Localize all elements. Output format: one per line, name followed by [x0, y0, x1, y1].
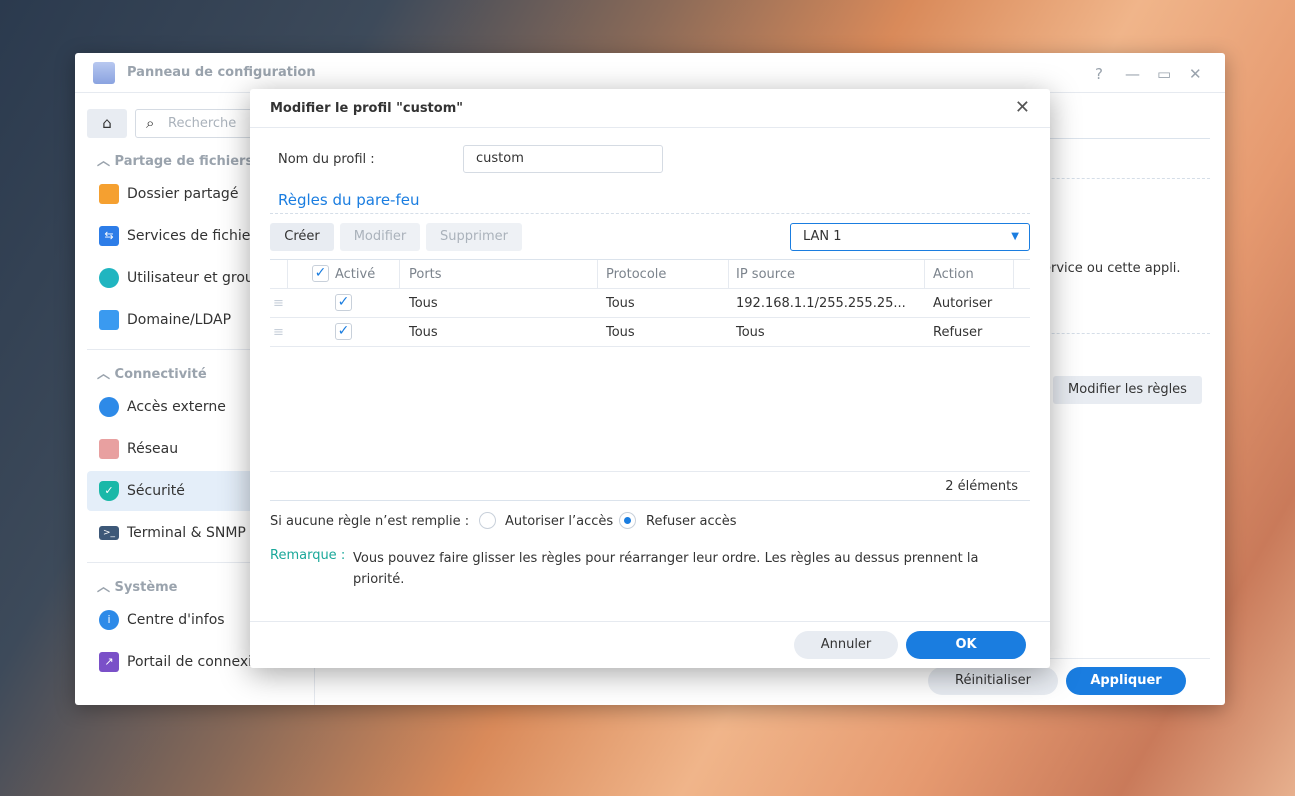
search-icon: ⌕ — [146, 114, 155, 132]
divider — [270, 213, 1030, 214]
drag-handle-icon[interactable]: ≡ — [273, 325, 284, 340]
deny-access-radio[interactable] — [619, 512, 636, 529]
cell-ports: Tous — [409, 296, 438, 311]
minimize-icon[interactable]: — — [1125, 65, 1140, 83]
create-button[interactable]: Créer — [270, 223, 334, 251]
divider — [270, 500, 1030, 501]
close-icon[interactable]: ✕ — [1189, 65, 1202, 83]
ok-button[interactable]: OK — [906, 631, 1026, 659]
column-separator — [924, 260, 925, 289]
shield-icon: ✓ — [99, 481, 119, 501]
allow-access-label[interactable]: Autoriser l’accès — [505, 514, 613, 529]
section-connectivity[interactable]: ︿ Connectivité — [97, 363, 207, 382]
divider — [270, 317, 1030, 318]
column-separator — [399, 260, 400, 289]
terminal-icon: >_ — [99, 526, 119, 540]
divider — [270, 259, 1030, 260]
cell-protocol: Tous — [606, 296, 635, 311]
note-label: Remarque : — [270, 548, 346, 563]
home-icon: ⌂ — [102, 114, 112, 132]
profile-name-input[interactable]: custom — [463, 145, 663, 173]
delete-button[interactable]: Supprimer — [426, 223, 522, 251]
dialog-title: Modifier le profil "custom" — [270, 101, 464, 116]
note-text: Vous pouvez faire glisser les règles pou… — [353, 551, 979, 587]
edit-button[interactable]: Modifier — [340, 223, 420, 251]
folder-icon — [99, 184, 119, 204]
home-button[interactable]: ⌂ — [87, 109, 127, 138]
divider — [270, 288, 1030, 289]
window-title: Panneau de configuration — [127, 65, 316, 80]
file-services-icon: ⇆ — [99, 226, 119, 246]
divider — [270, 346, 1030, 347]
control-panel-icon — [93, 61, 115, 84]
deny-access-label[interactable]: Refuser accès — [646, 514, 737, 529]
column-header-source-ip[interactable]: IP source — [736, 267, 795, 282]
section-file-sharing[interactable]: ︿ Partage de fichiers — [97, 150, 253, 169]
login-portal-icon: ↗ — [99, 652, 119, 672]
column-separator — [287, 260, 288, 289]
divider — [270, 471, 1030, 472]
help-icon[interactable]: ? — [1095, 65, 1103, 83]
cancel-button[interactable]: Annuler — [794, 631, 898, 659]
info-icon: i — [99, 610, 119, 630]
network-icon — [99, 439, 119, 459]
drag-handle-icon[interactable]: ≡ — [273, 296, 284, 311]
rule-enabled-checkbox[interactable]: ✓ — [335, 294, 352, 311]
users-icon — [99, 268, 119, 288]
edit-rules-button[interactable]: Modifier les règles — [1053, 376, 1202, 404]
section-system[interactable]: ︿ Système — [97, 576, 178, 595]
domain-icon — [99, 310, 119, 330]
profile-name-label: Nom du profil : — [278, 152, 375, 167]
divider — [250, 621, 1050, 622]
cell-ports: Tous — [409, 325, 438, 340]
default-policy-label: Si aucune règle n’est remplie : — [270, 514, 470, 529]
column-separator — [1013, 260, 1014, 289]
title-bar: Panneau de configuration ? — ▭ ✕ — [75, 53, 1225, 93]
column-header-ports[interactable]: Ports — [409, 267, 442, 282]
cell-source-ip: 192.168.1.1/255.255.25... — [736, 296, 906, 311]
select-all-checkbox[interactable]: ✓ — [312, 265, 329, 282]
column-separator — [728, 260, 729, 289]
reset-button[interactable]: Réinitialiser — [928, 667, 1058, 695]
external-access-icon — [99, 397, 119, 417]
interface-select[interactable]: LAN 1 ▼ — [790, 223, 1030, 251]
cell-action: Refuser — [933, 325, 983, 340]
cell-protocol: Tous — [606, 325, 635, 340]
item-count: 2 éléments — [945, 479, 1018, 494]
column-separator — [597, 260, 598, 289]
column-header-enabled[interactable]: Activé — [335, 267, 375, 282]
rule-enabled-checkbox[interactable]: ✓ — [335, 323, 352, 340]
rules-heading: Règles du pare-feu — [278, 191, 420, 209]
edit-profile-dialog: Modifier le profil "custom" ✕ Nom du pro… — [250, 89, 1050, 668]
cell-source-ip: Tous — [736, 325, 765, 340]
cell-action: Autoriser — [933, 296, 993, 311]
description-text: ervice ou cette appli. — [1043, 261, 1181, 276]
allow-access-radio[interactable] — [479, 512, 496, 529]
divider — [250, 127, 1050, 128]
close-icon[interactable]: ✕ — [1015, 97, 1030, 118]
column-header-protocol[interactable]: Protocole — [606, 267, 666, 282]
apply-button[interactable]: Appliquer — [1066, 667, 1186, 695]
maximize-icon[interactable]: ▭ — [1157, 65, 1171, 83]
column-header-action[interactable]: Action — [933, 267, 974, 282]
chevron-down-icon: ▼ — [1011, 231, 1019, 242]
